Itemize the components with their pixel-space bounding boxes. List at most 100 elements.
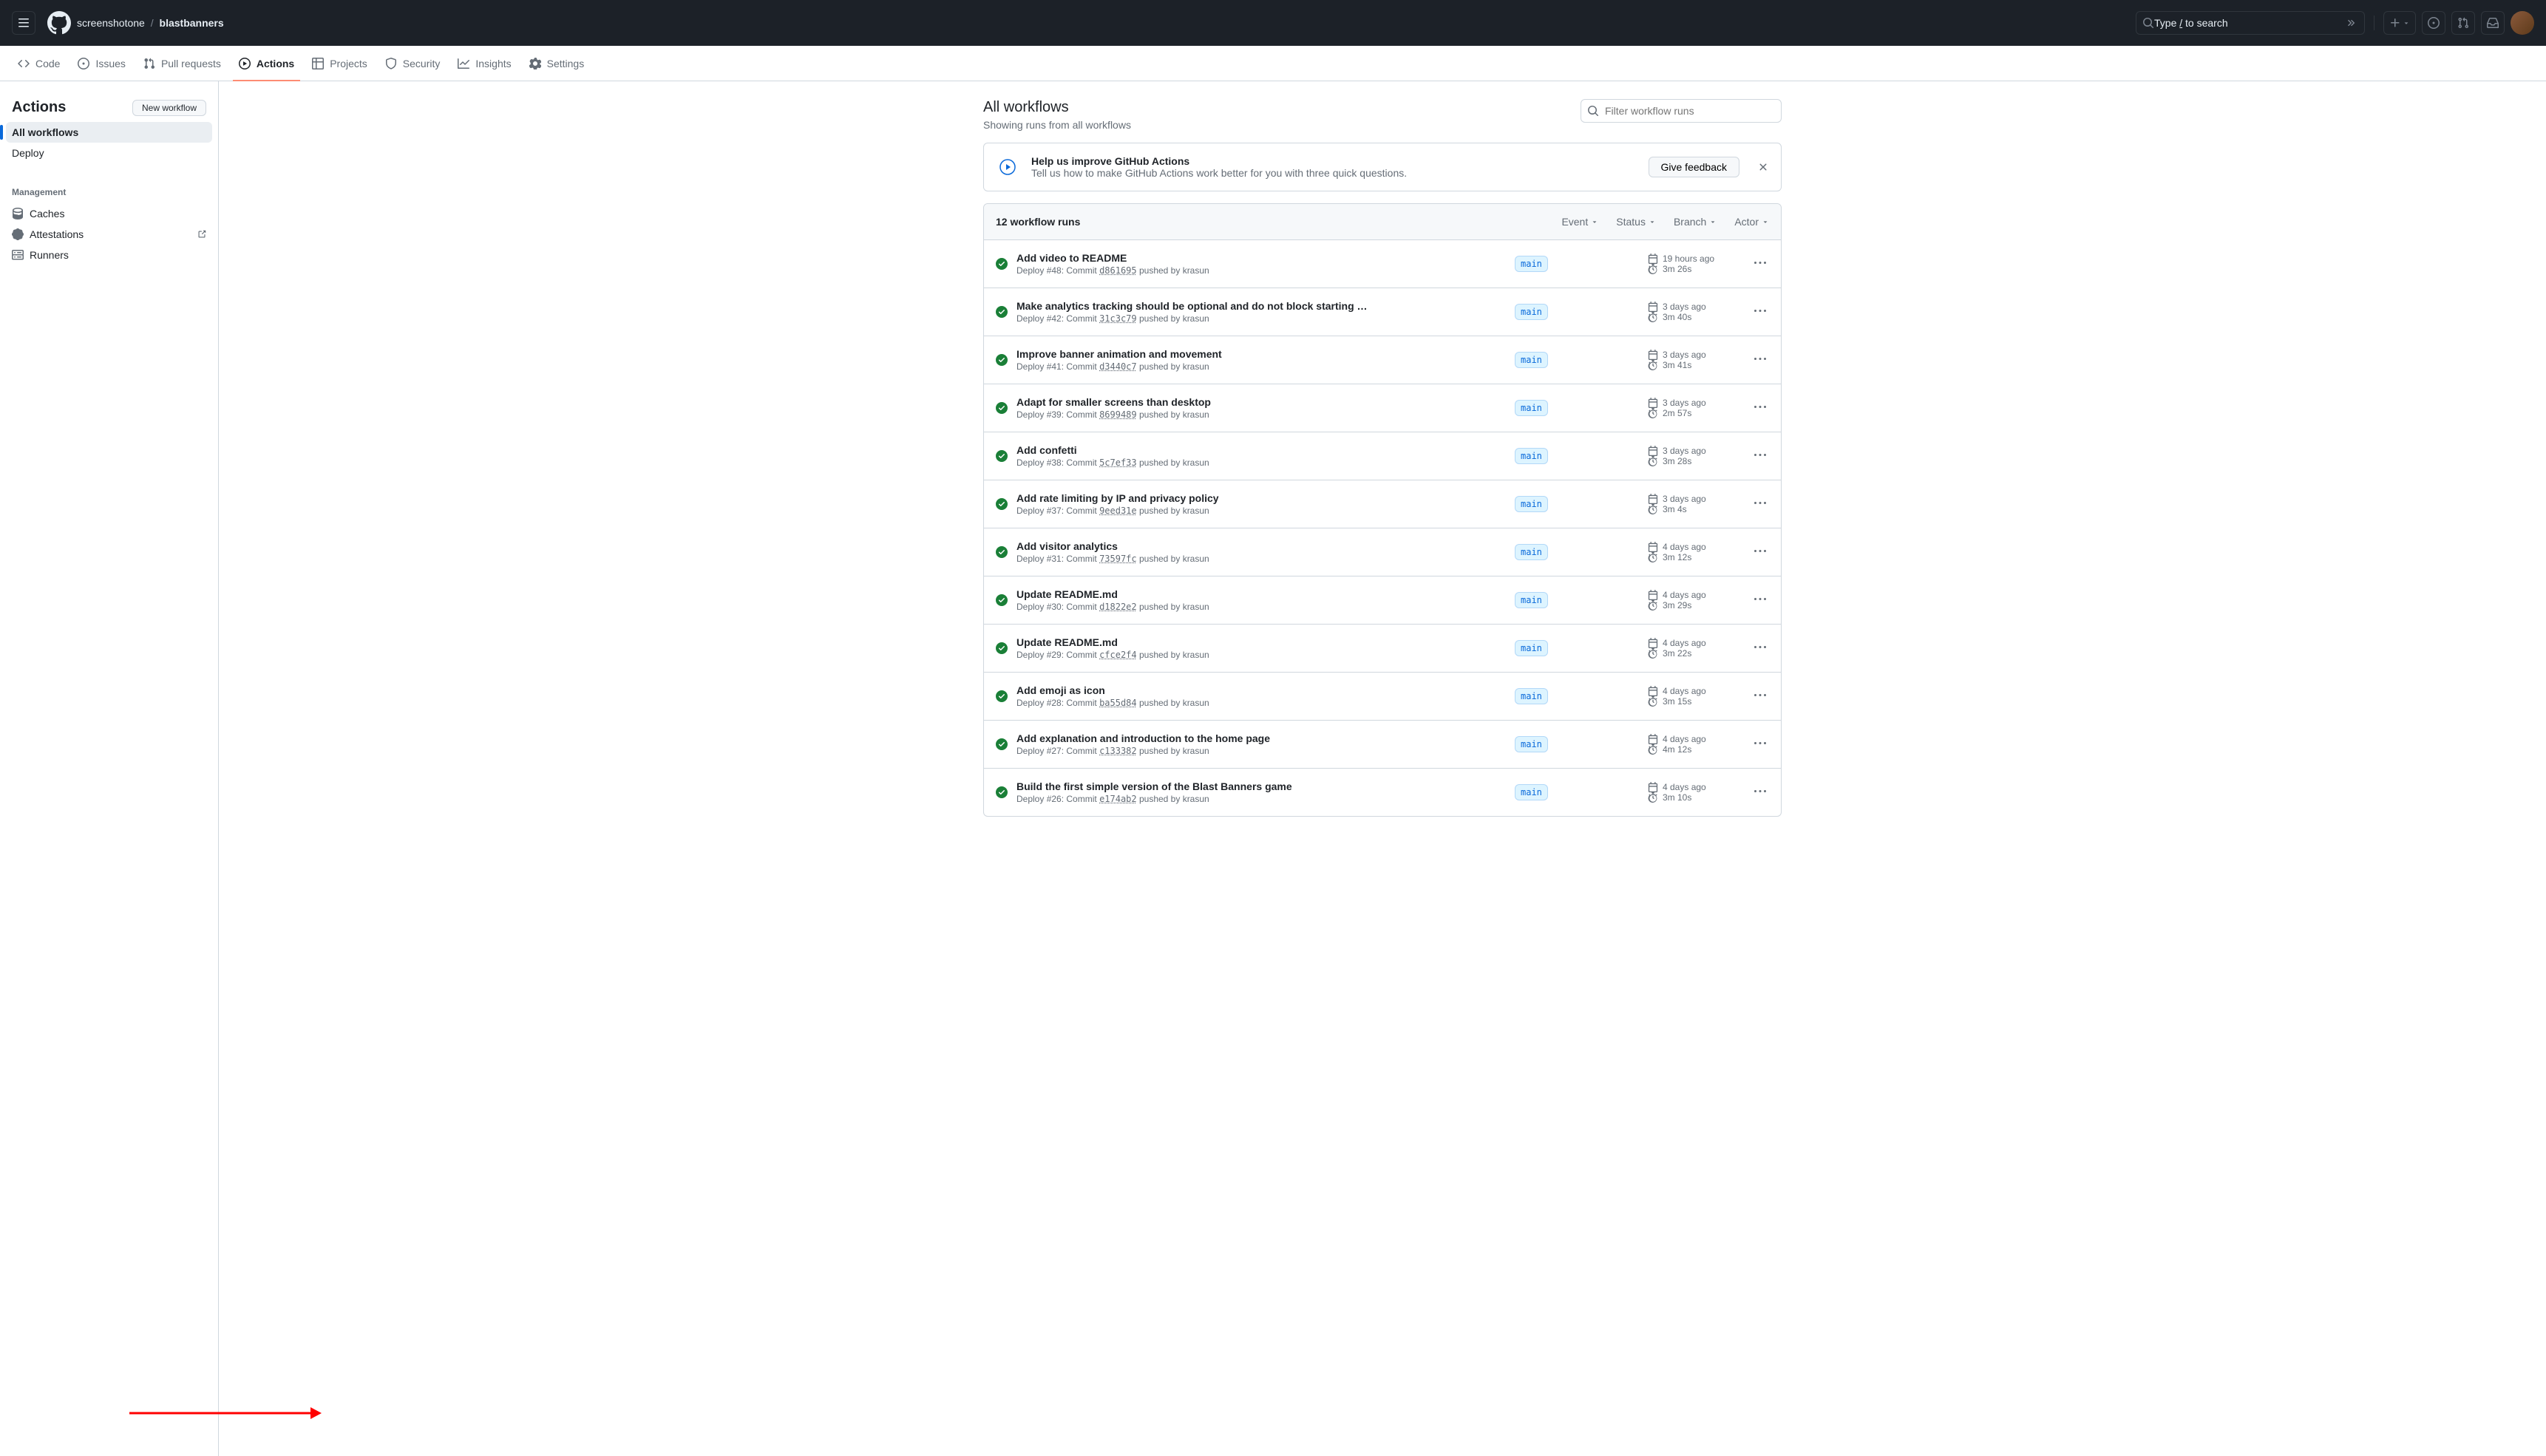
run-workflow[interactable]: Deploy <box>1016 457 1044 468</box>
run-workflow[interactable]: Deploy <box>1016 313 1044 324</box>
branch-tag[interactable]: main <box>1515 304 1548 320</box>
run-title[interactable]: Build the first simple version of the Bl… <box>1016 780 1386 792</box>
nav-code[interactable]: Code <box>12 46 66 81</box>
run-menu[interactable] <box>1751 735 1769 755</box>
run-workflow[interactable]: Deploy <box>1016 361 1044 372</box>
branch-tag[interactable]: main <box>1515 448 1548 464</box>
branch-tag[interactable]: main <box>1515 256 1548 272</box>
nav-actions[interactable]: Actions <box>233 46 300 81</box>
run-workflow[interactable]: Deploy <box>1016 650 1044 660</box>
notifications-button[interactable] <box>2481 11 2505 35</box>
run-sha[interactable]: 73597fc <box>1099 554 1137 564</box>
branch-tag[interactable]: main <box>1515 592 1548 608</box>
nav-issues[interactable]: Issues <box>72 46 131 81</box>
run-sha[interactable]: 8699489 <box>1099 409 1137 420</box>
branch-filter[interactable]: Branch <box>1674 216 1717 228</box>
run-menu[interactable] <box>1751 783 1769 803</box>
run-user[interactable]: krasun <box>1183 506 1209 516</box>
run-title[interactable]: Add video to README <box>1016 252 1386 264</box>
run-sha[interactable]: 5c7ef33 <box>1099 457 1137 468</box>
run-user[interactable]: krasun <box>1183 265 1209 276</box>
run-user[interactable]: krasun <box>1183 698 1209 708</box>
run-user[interactable]: krasun <box>1183 554 1209 564</box>
run-title[interactable]: Make analytics tracking should be option… <box>1016 300 1386 312</box>
branch-tag[interactable]: main <box>1515 784 1548 800</box>
dismiss-button[interactable] <box>1757 161 1769 173</box>
run-menu[interactable] <box>1751 398 1769 418</box>
command-palette-icon[interactable] <box>2346 17 2358 29</box>
pulls-button[interactable] <box>2451 11 2475 35</box>
branch-tag[interactable]: main <box>1515 688 1548 704</box>
run-user[interactable]: krasun <box>1183 409 1209 420</box>
branch-tag[interactable]: main <box>1515 544 1548 560</box>
event-filter[interactable]: Event <box>1561 216 1598 228</box>
run-workflow[interactable]: Deploy <box>1016 265 1044 276</box>
run-user[interactable]: krasun <box>1183 313 1209 324</box>
run-menu[interactable] <box>1751 446 1769 466</box>
run-sha[interactable]: d3440c7 <box>1099 361 1137 372</box>
run-title[interactable]: Add emoji as icon <box>1016 684 1386 696</box>
run-menu[interactable] <box>1751 350 1769 370</box>
breadcrumb-org[interactable]: screenshotone <box>77 17 145 29</box>
run-menu[interactable] <box>1751 542 1769 562</box>
run-workflow[interactable]: Deploy <box>1016 554 1044 564</box>
run-menu[interactable] <box>1751 494 1769 514</box>
nav-insights[interactable]: Insights <box>452 46 517 81</box>
filter-runs[interactable] <box>1581 99 1782 123</box>
run-title[interactable]: Add confetti <box>1016 444 1386 456</box>
run-sha[interactable]: 9eed31e <box>1099 506 1137 516</box>
run-workflow[interactable]: Deploy <box>1016 409 1044 420</box>
sidebar-caches[interactable]: Caches <box>6 203 212 224</box>
nav-pulls[interactable]: Pull requests <box>138 46 227 81</box>
run-user[interactable]: krasun <box>1183 650 1209 660</box>
status-filter[interactable]: Status <box>1616 216 1656 228</box>
run-sha[interactable]: e174ab2 <box>1099 794 1137 804</box>
run-sha[interactable]: cfce2f4 <box>1099 650 1137 660</box>
run-workflow[interactable]: Deploy <box>1016 506 1044 516</box>
run-workflow[interactable]: Deploy <box>1016 698 1044 708</box>
run-sha[interactable]: c133382 <box>1099 746 1137 756</box>
run-title[interactable]: Add rate limiting by IP and privacy poli… <box>1016 492 1386 504</box>
run-sha[interactable]: 31c3c79 <box>1099 313 1137 324</box>
actor-filter[interactable]: Actor <box>1734 216 1769 228</box>
run-user[interactable]: krasun <box>1183 361 1209 372</box>
sidebar-runners[interactable]: Runners <box>6 245 212 265</box>
run-workflow[interactable]: Deploy <box>1016 794 1044 804</box>
run-workflow[interactable]: Deploy <box>1016 602 1044 612</box>
sidebar-deploy[interactable]: Deploy <box>6 143 212 163</box>
run-title[interactable]: Improve banner animation and movement <box>1016 348 1386 360</box>
run-user[interactable]: krasun <box>1183 794 1209 804</box>
run-sha[interactable]: ba55d84 <box>1099 698 1137 708</box>
run-title[interactable]: Adapt for smaller screens than desktop <box>1016 396 1386 408</box>
filter-input[interactable] <box>1605 105 1775 117</box>
run-title[interactable]: Add visitor analytics <box>1016 540 1386 552</box>
create-new-button[interactable] <box>2383 11 2416 35</box>
branch-tag[interactable]: main <box>1515 736 1548 752</box>
breadcrumb-repo[interactable]: blastbanners <box>160 17 224 29</box>
search-box[interactable]: Type / to search <box>2136 11 2365 35</box>
run-title[interactable]: Add explanation and introduction to the … <box>1016 732 1386 744</box>
run-user[interactable]: krasun <box>1183 457 1209 468</box>
nav-projects[interactable]: Projects <box>306 46 373 81</box>
sidebar-all-workflows[interactable]: All workflows <box>6 122 212 143</box>
branch-tag[interactable]: main <box>1515 400 1548 416</box>
run-menu[interactable] <box>1751 254 1769 274</box>
run-sha[interactable]: d861695 <box>1099 265 1137 276</box>
run-title[interactable]: Update README.md <box>1016 636 1386 648</box>
run-user[interactable]: krasun <box>1183 746 1209 756</box>
run-menu[interactable] <box>1751 687 1769 707</box>
nav-settings[interactable]: Settings <box>523 46 591 81</box>
run-workflow[interactable]: Deploy <box>1016 746 1044 756</box>
sidebar-attestations[interactable]: Attestations <box>6 224 212 245</box>
run-menu[interactable] <box>1751 302 1769 322</box>
run-menu[interactable] <box>1751 591 1769 610</box>
issues-button[interactable] <box>2422 11 2445 35</box>
new-workflow-button[interactable]: New workflow <box>132 100 206 116</box>
user-avatar[interactable] <box>2511 11 2534 35</box>
run-menu[interactable] <box>1751 639 1769 659</box>
run-sha[interactable]: d1822e2 <box>1099 602 1137 612</box>
nav-security[interactable]: Security <box>379 46 447 81</box>
branch-tag[interactable]: main <box>1515 352 1548 368</box>
github-logo[interactable] <box>47 11 71 35</box>
hamburger-menu[interactable] <box>12 11 35 35</box>
